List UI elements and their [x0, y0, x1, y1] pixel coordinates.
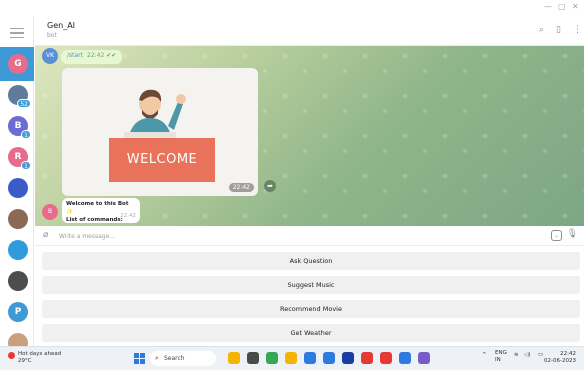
chat-title[interactable]: Gen_AI — [47, 21, 75, 30]
taskbar-app-icon[interactable] — [361, 352, 373, 364]
weather-temp: 29°C — [18, 358, 32, 364]
unread-badge: 1 — [21, 130, 31, 139]
chat-subtitle: bot — [47, 32, 57, 39]
sidebar-toggle-icon[interactable]: ▯ — [556, 25, 561, 35]
wifi-icon[interactable]: ≋ — [514, 352, 519, 358]
weather-icon — [8, 352, 15, 359]
chat-list-item[interactable] — [0, 202, 34, 236]
microphone-icon[interactable]: 🎙 — [567, 229, 578, 239]
taskbar-app-icon[interactable] — [266, 352, 278, 364]
taskbar-app-icon[interactable] — [304, 352, 316, 364]
volume-icon[interactable]: ◁) — [524, 352, 530, 358]
clock-date: 02-06-2023 — [544, 358, 576, 364]
windows-taskbar: Hot days ahead 29°C ⌕ Search ^ ENG IN ≋ ◁… — [0, 346, 584, 370]
message-time: 22:42 ✔✔ — [87, 52, 117, 59]
language-indicator[interactable]: ENG IN — [495, 350, 507, 364]
avatar: P — [8, 302, 28, 322]
illustration-hand — [176, 94, 186, 104]
chat-header: Gen_AI bot ⌕ ▯ ⋮ — [35, 16, 584, 46]
bot-keyboard-icon[interactable]: ⌄ — [551, 230, 562, 241]
message-input[interactable] — [59, 229, 499, 243]
battery-icon[interactable]: ▭ — [538, 352, 543, 358]
bot-avatar[interactable]: B — [42, 204, 58, 220]
avatar — [8, 240, 28, 260]
avatar — [8, 209, 28, 229]
search-icon: ⌕ — [155, 354, 159, 362]
close-button[interactable]: ✕ — [572, 2, 579, 11]
image-time: 22:42 — [228, 183, 254, 192]
telegram-window: — ▢ ✕ G 52 B 1 R 1 P Gen_AI bot ⌕ ▯ ⋮ VK /star… — [0, 0, 584, 370]
chat-list-item[interactable] — [0, 264, 34, 298]
welcome-image-message[interactable]: WELCOME 22:42 — [62, 68, 258, 196]
keyboard-button-suggest-music[interactable]: Suggest Music — [42, 276, 580, 294]
incoming-message[interactable]: Welcome to this Bot ✨ List of commands: … — [62, 198, 140, 223]
avatar: G — [8, 54, 28, 74]
start-icon[interactable] — [134, 353, 145, 364]
weather-widget[interactable]: Hot days ahead 29°C — [8, 351, 61, 365]
menu-icon[interactable] — [10, 28, 24, 39]
keyboard-button-recommend-movie[interactable]: Recommend Movie — [42, 300, 580, 318]
search-icon[interactable]: ⌕ — [539, 25, 544, 35]
keyboard-button-get-weather[interactable]: Get Weather — [42, 324, 580, 342]
message-time: 22:42 — [120, 213, 136, 219]
taskbar-app-icon[interactable] — [380, 352, 392, 364]
chat-list-item[interactable]: R1 — [0, 140, 34, 174]
welcome-sign: WELCOME — [109, 138, 215, 182]
chat-list-item[interactable]: G — [0, 47, 34, 81]
taskbar-app-icon[interactable] — [399, 352, 411, 364]
chat-list-rail: G 52 B 1 R 1 P — [0, 16, 34, 353]
system-clock[interactable]: 22:42 02-06-2023 — [544, 351, 576, 365]
unread-badge: 52 — [17, 99, 31, 108]
language-region: IN — [495, 357, 501, 363]
clock-time: 22:42 — [560, 351, 576, 357]
taskbar-app-icon[interactable] — [342, 352, 354, 364]
minimize-button[interactable]: — — [544, 2, 552, 11]
outgoing-message[interactable]: /start 22:42 ✔✔ — [61, 50, 123, 64]
title-bar: — ▢ ✕ — [0, 0, 584, 16]
message-text[interactable]: /start — [67, 52, 83, 59]
taskbar-app-icon[interactable] — [418, 352, 430, 364]
chat-list-item[interactable]: B1 — [0, 109, 34, 143]
taskbar-app-icon[interactable] — [323, 352, 335, 364]
taskbar-app-icon[interactable] — [285, 352, 297, 364]
forward-icon[interactable]: ➦ — [264, 180, 276, 192]
weather-text: Hot days ahead — [18, 351, 62, 357]
attach-icon[interactable]: ⌀ — [43, 230, 48, 240]
avatar — [8, 271, 28, 291]
taskbar-app-icon[interactable] — [228, 352, 240, 364]
chat-list-item[interactable]: P — [0, 295, 34, 329]
message-area[interactable]: VK /start 22:42 ✔✔ WELCOME 22:42 ➦ B Welc… — [35, 46, 584, 226]
language-code: ENG — [495, 350, 507, 356]
avatar[interactable]: VK — [42, 48, 58, 64]
more-options-icon[interactable]: ⋮ — [573, 25, 582, 35]
taskbar-search[interactable]: ⌕ Search — [150, 351, 216, 366]
message-composer: ⌀ ⌄ 🎙 — [35, 226, 584, 246]
keyboard-button-ask-question[interactable]: Ask Question — [42, 252, 580, 270]
chevron-up-icon[interactable]: ^ — [482, 352, 487, 358]
taskbar-app-icon[interactable] — [247, 352, 259, 364]
chat-list-item[interactable] — [0, 171, 34, 205]
search-label: Search — [164, 355, 185, 362]
unread-badge: 1 — [21, 161, 31, 170]
maximize-button[interactable]: ▢ — [558, 2, 566, 11]
chat-list-item[interactable]: 52 — [0, 78, 34, 112]
avatar — [8, 178, 28, 198]
illustration-arm — [168, 102, 183, 130]
chat-list-item[interactable] — [0, 233, 34, 267]
